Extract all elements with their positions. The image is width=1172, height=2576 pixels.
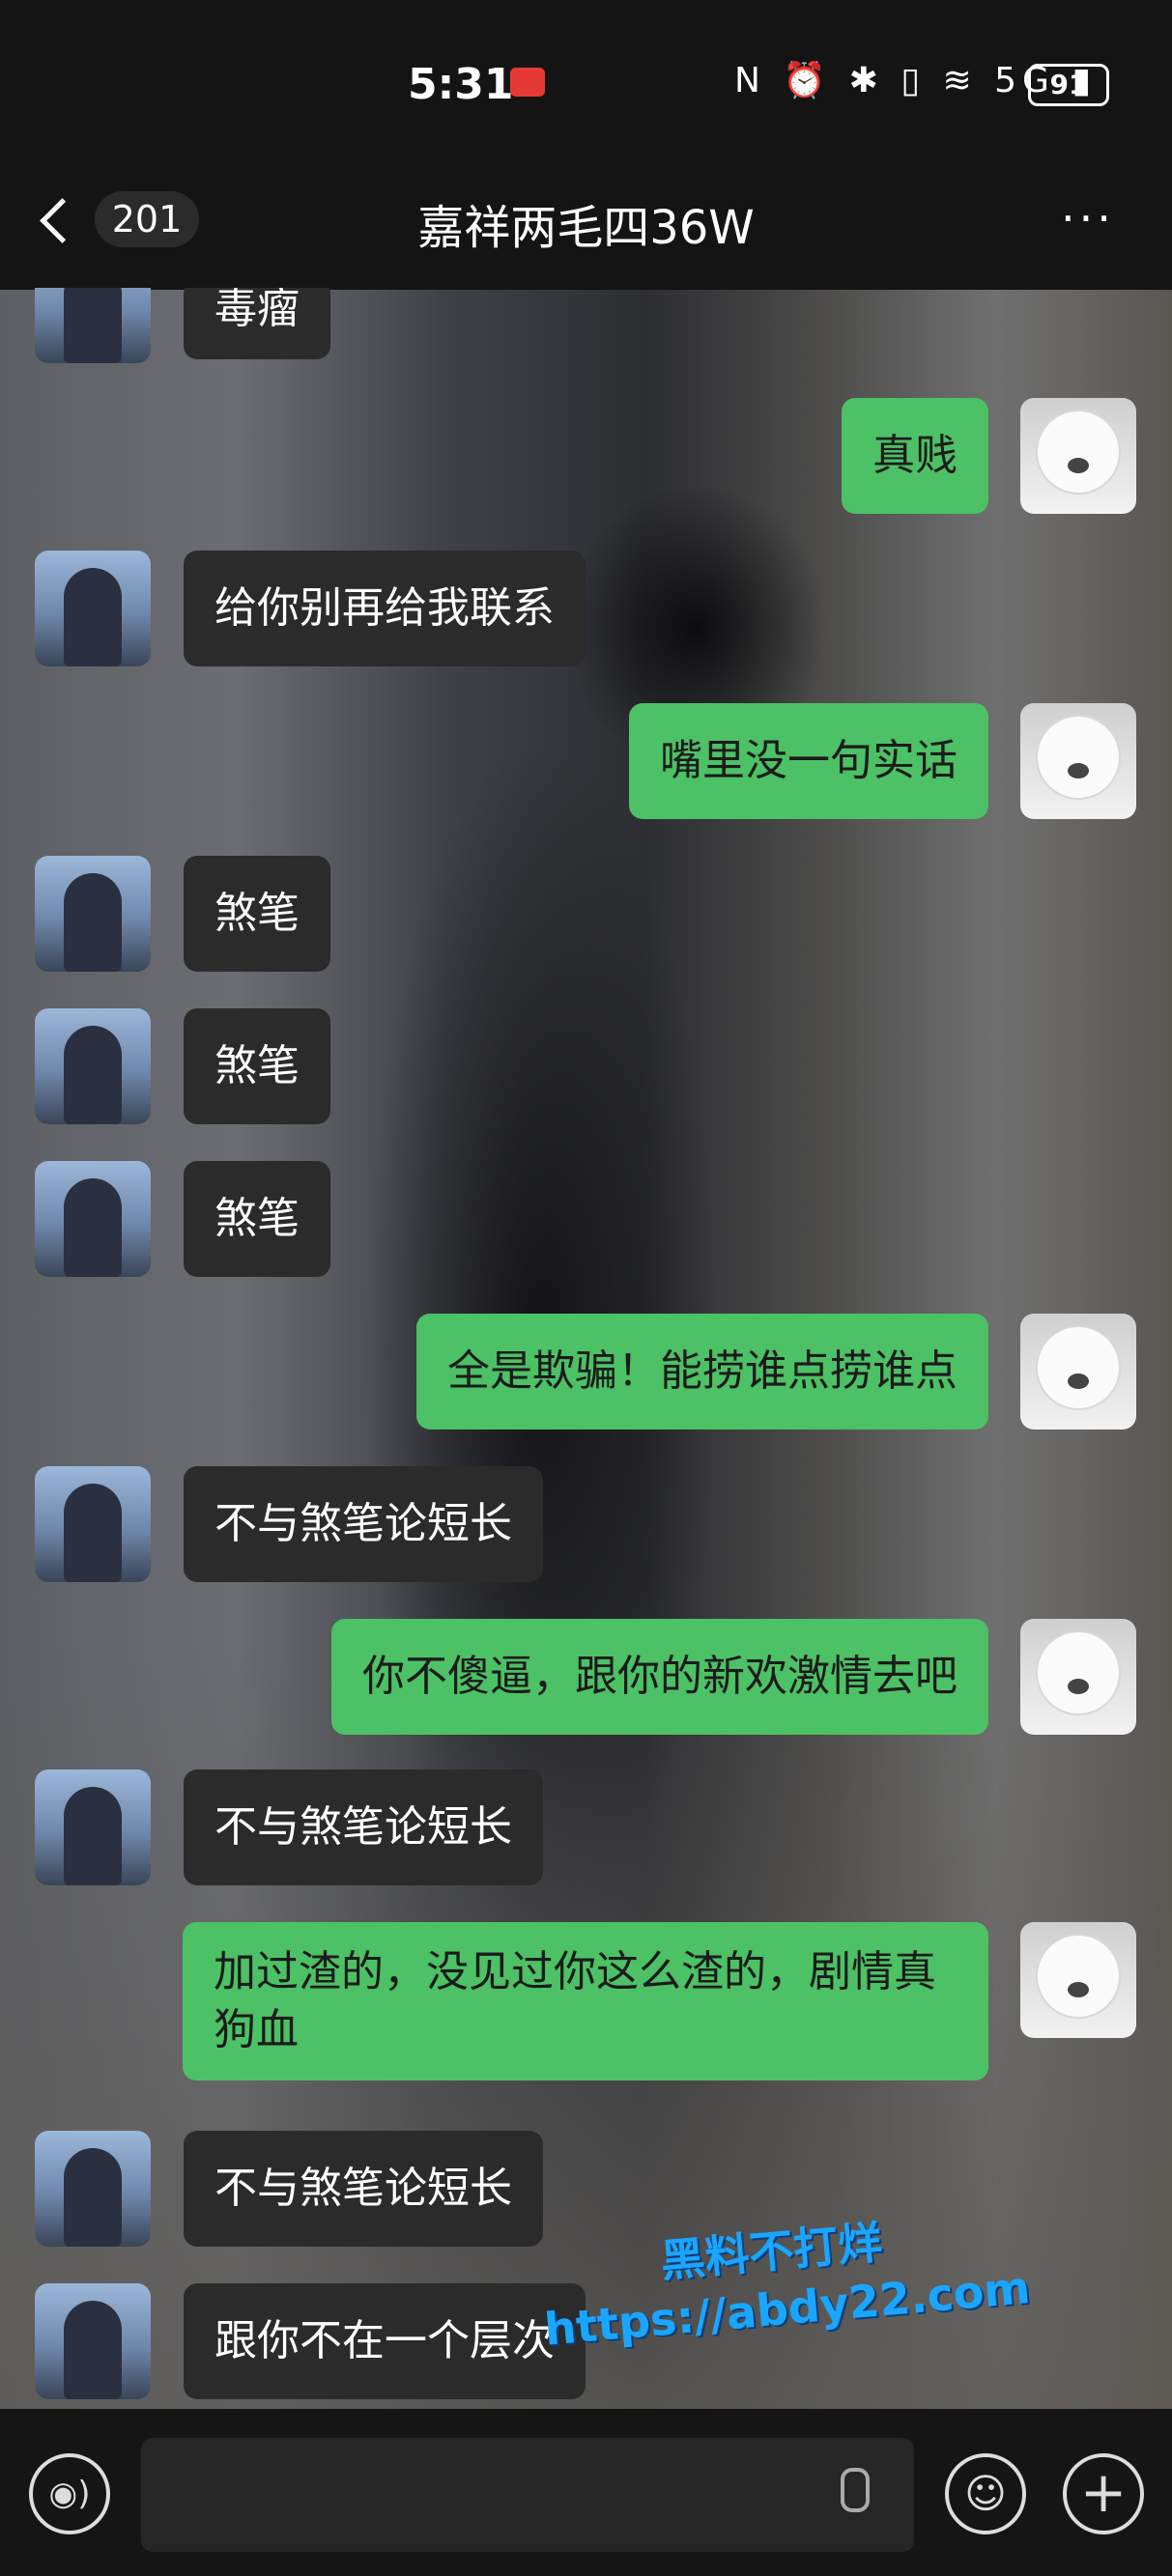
contact-avatar[interactable] — [35, 1161, 151, 1277]
message-bubble-incoming[interactable]: 不与煞笔论短长 — [184, 2131, 543, 2247]
battery-indicator: 91 — [1028, 64, 1109, 106]
message-bubble-incoming[interactable]: 煞笔 — [184, 1008, 330, 1124]
contact-avatar[interactable] — [35, 856, 151, 972]
app-notification-icon — [510, 68, 545, 97]
message-bubble-incoming[interactable]: 跟你不在一个层次 — [184, 2283, 586, 2399]
microphone-icon[interactable] — [841, 2468, 870, 2512]
message-input[interactable] — [141, 2438, 914, 2552]
more-options-icon[interactable]: ··· — [1061, 196, 1115, 241]
voice-input-icon[interactable]: ◉) — [29, 2453, 110, 2534]
user-avatar[interactable] — [1020, 1314, 1136, 1430]
user-avatar[interactable] — [1020, 1619, 1136, 1735]
add-attachment-icon[interactable]: + — [1063, 2453, 1144, 2534]
message-bubble-incoming[interactable]: 煞笔 — [184, 1161, 330, 1277]
contact-avatar[interactable] — [35, 551, 151, 666]
user-avatar[interactable] — [1020, 703, 1136, 819]
contact-avatar[interactable] — [35, 2283, 151, 2399]
contact-avatar[interactable] — [35, 1008, 151, 1124]
message-bubble-outgoing[interactable]: 你不傻逼，跟你的新欢激情去吧 — [331, 1619, 988, 1735]
user-avatar[interactable] — [1020, 1922, 1136, 2038]
message-bubble-outgoing[interactable]: 全是欺骗！能捞谁点捞谁点 — [416, 1314, 988, 1430]
emoji-icon[interactable]: ☺ — [945, 2453, 1026, 2534]
chat-title: 嘉祥两毛四36W — [417, 201, 755, 255]
message-bubble-outgoing[interactable]: 加过渣的，没见过你这么渣的，剧情真狗血 — [183, 1922, 988, 2081]
contact-avatar[interactable] — [35, 1466, 151, 1582]
message-bubble-incoming[interactable]: 给你别再给我联系 — [184, 551, 586, 666]
message-bubble-incoming[interactable]: 毒瘤 — [184, 280, 330, 359]
message-bubble-outgoing[interactable]: 嘴里没一句实话 — [629, 703, 988, 819]
message-bubble-outgoing[interactable]: 真贱 — [842, 398, 988, 514]
message-bubble-incoming[interactable]: 不与煞笔论短长 — [184, 1769, 543, 1885]
contact-avatar[interactable] — [35, 1769, 151, 1885]
status-time: 5:31 — [408, 60, 514, 109]
user-avatar[interactable] — [1020, 398, 1136, 514]
contact-avatar[interactable] — [35, 2131, 151, 2247]
message-bubble-incoming[interactable]: 不与煞笔论短长 — [184, 1466, 543, 1582]
message-bubble-incoming[interactable]: 煞笔 — [184, 856, 330, 972]
